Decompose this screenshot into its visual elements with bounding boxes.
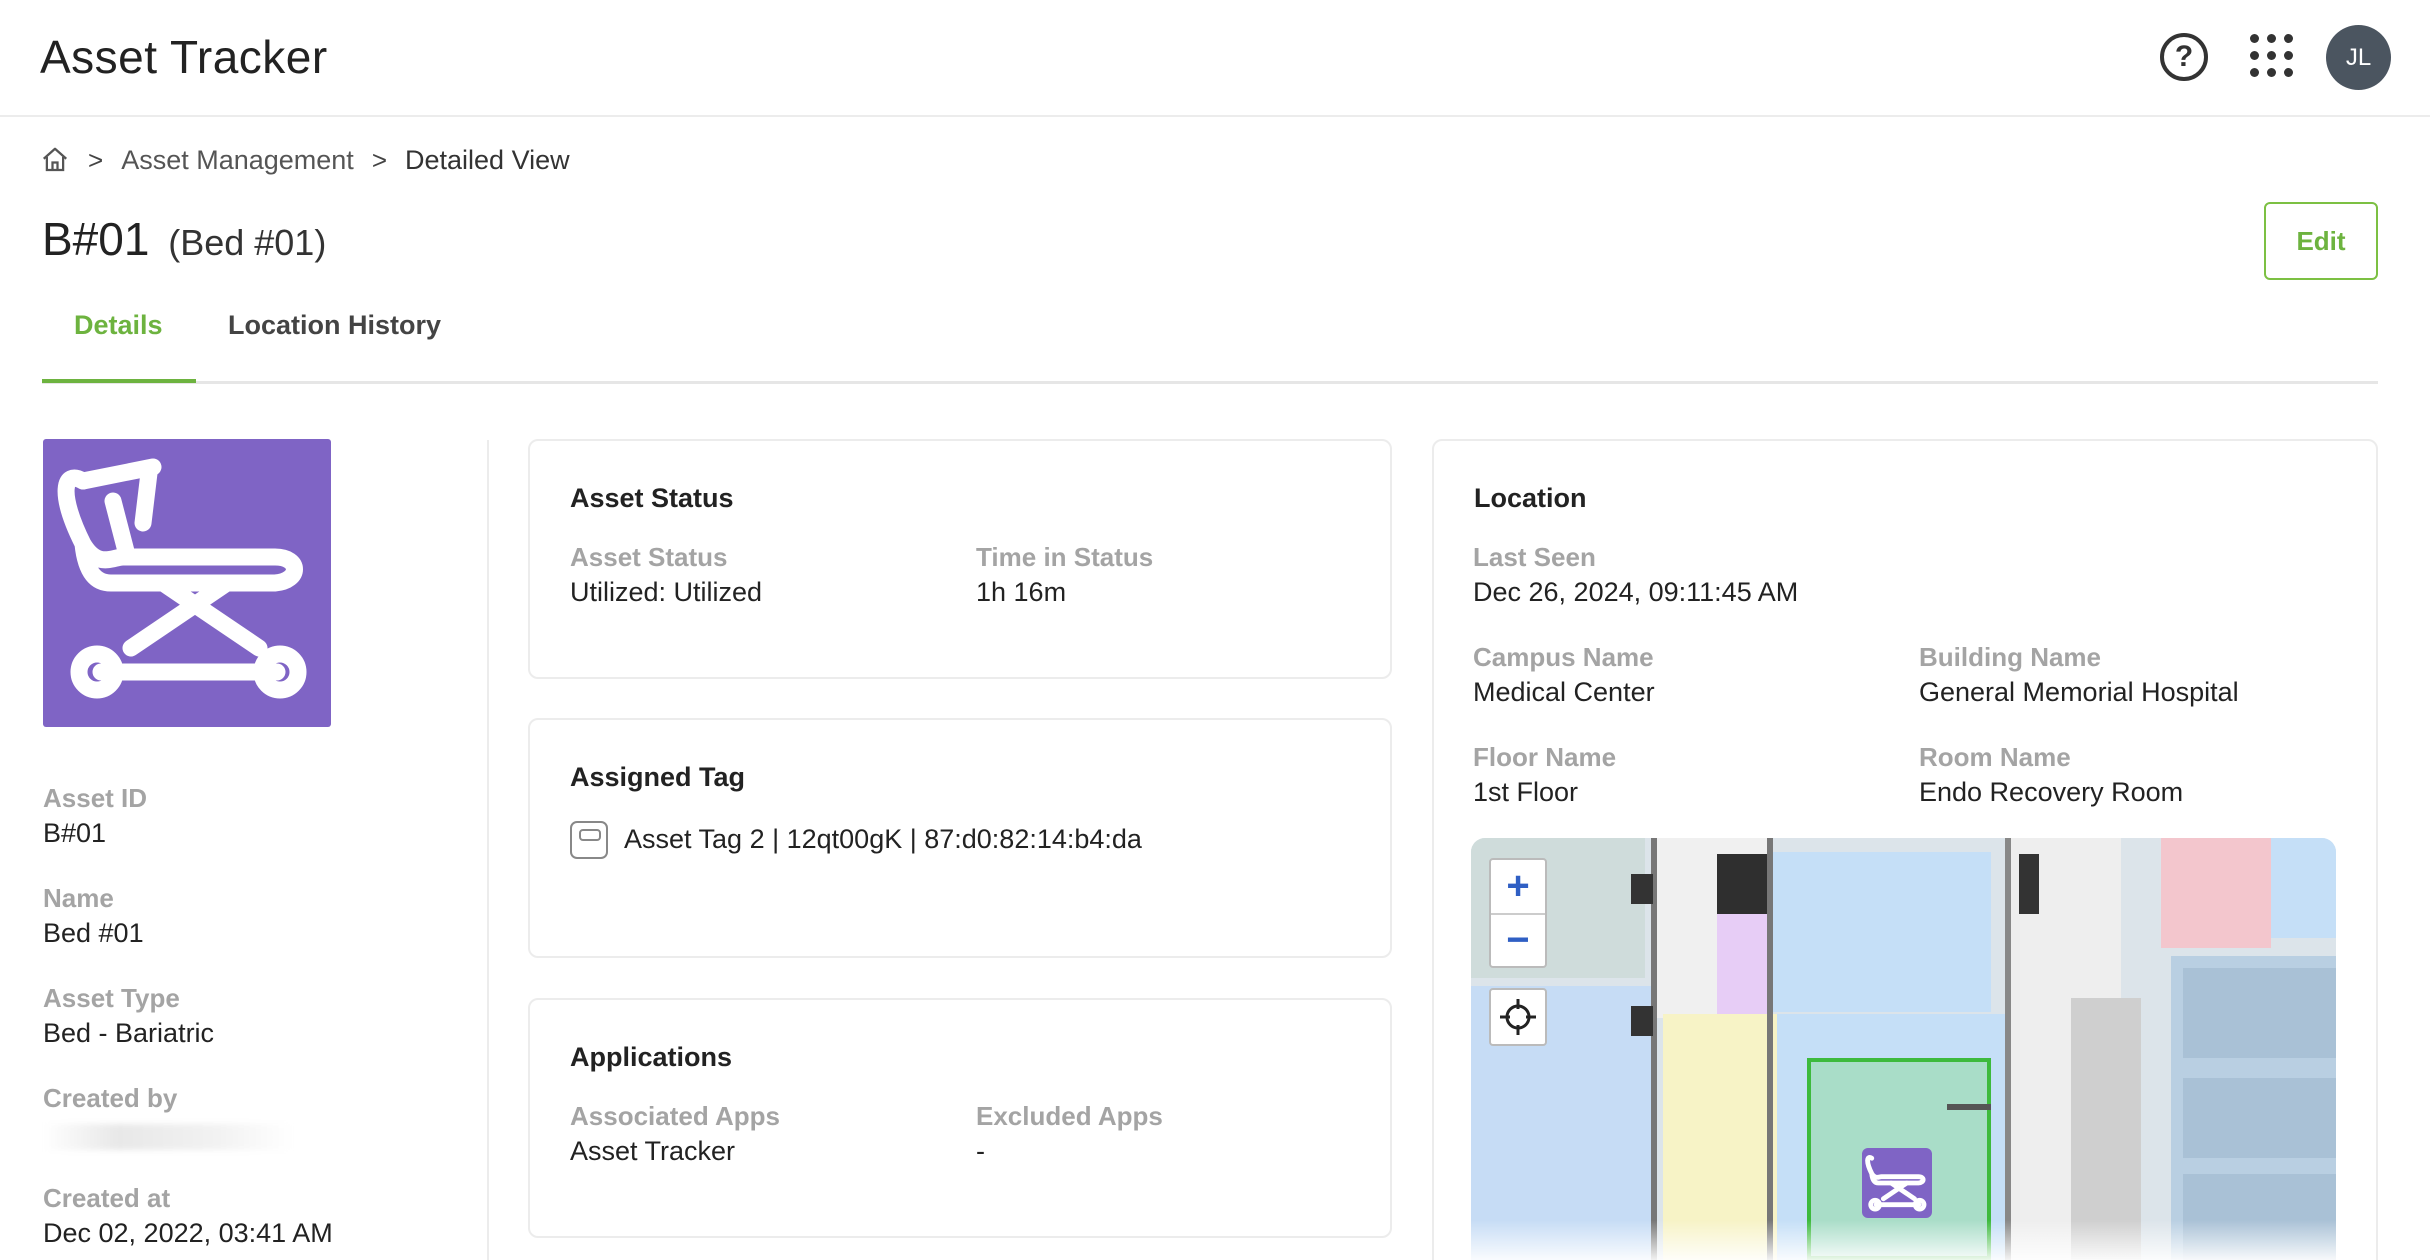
tag-icon [570, 821, 608, 859]
map-wall [1631, 874, 1653, 904]
map-room [2183, 1078, 2336, 1158]
building-name-value: General Memorial Hospital [1919, 677, 2239, 707]
map-wall [1717, 854, 1767, 914]
map-room [1717, 912, 1767, 1014]
map-wall [1631, 1006, 1653, 1036]
excluded-apps-value: - [976, 1136, 985, 1166]
card-title: Asset Status [570, 483, 734, 513]
avatar[interactable]: JL [2326, 25, 2391, 90]
chevron-right-icon: > [371, 144, 387, 175]
app-title: Asset Tracker [40, 31, 328, 83]
map-room [2271, 838, 2336, 938]
tab-bar: Details Location History [42, 300, 2378, 384]
bariatric-bed-icon [57, 458, 307, 699]
time-in-status-label: Time in Status [976, 542, 1154, 572]
asset-code: B#01 [42, 213, 150, 265]
asset-status-card: Asset Status Asset Status Utilized: Util… [528, 439, 1392, 679]
recenter-button[interactable] [1489, 988, 1547, 1046]
home-icon[interactable] [40, 145, 70, 175]
map-wall [1767, 838, 1773, 1260]
created-at-label: Created at [43, 1183, 171, 1213]
field-asset-type: Asset Type Bed - Bariatric [43, 983, 214, 1049]
time-in-status-value: 1h 16m [976, 577, 1067, 607]
campus-name-label: Campus Name [1473, 642, 1654, 672]
breadcrumb: > Asset Management > Detailed View [40, 140, 570, 180]
question-circle-icon[interactable]: ? [2160, 33, 2208, 81]
page-title: B#01 (Bed #01) [42, 212, 326, 266]
breadcrumb-asset-management[interactable]: Asset Management [121, 145, 354, 176]
map-room [1771, 852, 1991, 1012]
asset-status-value: Utilized: Utilized [570, 577, 763, 607]
created-at-value: Dec 02, 2022, 03:41 AM [43, 1218, 333, 1248]
name-label: Name [43, 883, 114, 913]
assigned-tag-text: Asset Tag 2 | 12qt00gK | 87:d0:82:14:b4:… [624, 824, 1142, 854]
zoom-out-button[interactable]: − [1491, 914, 1545, 966]
last-seen-label: Last Seen [1473, 542, 1596, 572]
map-fade [1471, 1220, 2336, 1260]
zoom-in-button[interactable]: + [1491, 860, 1545, 912]
asset-image [43, 439, 331, 727]
tab-details[interactable]: Details [74, 310, 163, 341]
map-wall [2005, 838, 2011, 1260]
applications-card: Applications Associated Apps Asset Track… [528, 998, 1392, 1238]
card-title: Assigned Tag [570, 762, 746, 792]
building-name-label: Building Name [1919, 642, 2102, 672]
asset-location-marker[interactable] [1862, 1148, 1932, 1218]
column-divider [487, 440, 489, 1260]
asset-status-label: Asset Status [570, 542, 728, 572]
chevron-right-icon: > [88, 144, 104, 175]
map-wall [1947, 1104, 1991, 1110]
top-bar: Asset Tracker ? JL [0, 0, 2430, 117]
card-title: Location [1474, 483, 1587, 513]
associated-apps-value: Asset Tracker [570, 1136, 736, 1166]
asset-id-label: Asset ID [43, 783, 148, 813]
map-wall [2019, 854, 2039, 914]
floor-plan-map[interactable]: + − [1471, 838, 2336, 1260]
crosshair-icon [1500, 999, 1536, 1035]
asset-id-value: B#01 [43, 818, 107, 848]
asset-type-label: Asset Type [43, 983, 180, 1013]
assigned-tag-card: Assigned Tag Asset Tag 2 | 12qt00gK | 87… [528, 718, 1392, 958]
asset-name-paren: (Bed #01) [168, 222, 327, 263]
active-tab-indicator [42, 379, 196, 383]
field-name: Name Bed #01 [43, 883, 144, 949]
card-title: Applications [570, 1042, 733, 1072]
asset-type-value: Bed - Bariatric [43, 1018, 215, 1048]
last-seen-value: Dec 26, 2024, 09:11:45 AM [1473, 577, 1799, 607]
field-created-at: Created at Dec 02, 2022, 03:41 AM [43, 1183, 333, 1249]
room-name-label: Room Name [1919, 742, 2071, 772]
name-value: Bed #01 [43, 918, 144, 948]
grid-dots-icon[interactable] [2250, 34, 2294, 80]
floor-name-value: 1st Floor [1473, 777, 1579, 807]
breadcrumb-detailed-view: Detailed View [405, 144, 570, 175]
created-by-label: Created by [43, 1083, 178, 1113]
tab-location-history[interactable]: Location History [228, 310, 441, 341]
created-by-redacted [43, 1124, 293, 1150]
edit-button[interactable]: Edit [2264, 202, 2378, 280]
bariatric-bed-icon [1865, 1155, 1927, 1212]
campus-name-value: Medical Center [1473, 677, 1655, 707]
field-created-by: Created by [43, 1083, 293, 1150]
zoom-controls: + − [1489, 858, 1547, 968]
associated-apps-label: Associated Apps [570, 1101, 780, 1131]
room-name-value: Endo Recovery Room [1919, 777, 2184, 807]
map-room [2161, 838, 2271, 948]
field-asset-id: Asset ID B#01 [43, 783, 147, 849]
map-room [2183, 968, 2336, 1058]
floor-name-label: Floor Name [1473, 742, 1617, 772]
excluded-apps-label: Excluded Apps [976, 1101, 1163, 1131]
